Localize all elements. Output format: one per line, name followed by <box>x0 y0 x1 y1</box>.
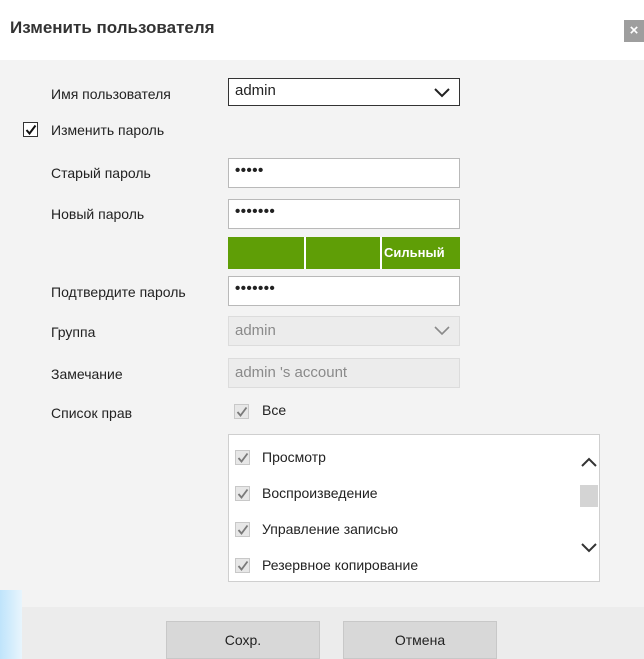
permission-checkbox[interactable] <box>235 558 250 573</box>
permission-checkbox[interactable] <box>235 522 250 537</box>
edit-user-dialog: Изменить пользователя × Имя пользователя… <box>0 0 644 659</box>
rights-all-checkbox[interactable] <box>234 404 249 419</box>
note-label: Замечание <box>51 366 123 382</box>
old-password-input[interactable]: ••••• <box>228 158 460 188</box>
change-password-checkbox[interactable] <box>23 122 38 137</box>
username-select[interactable]: admin <box>228 78 460 106</box>
check-icon <box>237 452 249 463</box>
group-label: Группа <box>51 324 96 340</box>
old-password-value: ••••• <box>235 162 264 179</box>
change-password-label: Изменить пароль <box>51 122 165 138</box>
cancel-button[interactable]: Отмена <box>343 621 497 659</box>
scroll-thumb[interactable] <box>580 485 598 507</box>
group-value: admin <box>235 322 276 339</box>
permission-checkbox[interactable] <box>235 450 250 465</box>
confirm-password-input[interactable]: ••••••• <box>228 276 460 306</box>
permission-checkbox[interactable] <box>235 486 250 501</box>
note-value: admin 's account <box>235 364 348 381</box>
confirm-password-value: ••••••• <box>235 280 276 297</box>
rights-scrollbar[interactable] <box>576 435 599 581</box>
chevron-up-icon[interactable] <box>580 455 598 469</box>
check-icon <box>236 406 248 417</box>
username-value: admin <box>235 82 276 99</box>
check-icon <box>237 488 249 499</box>
check-icon <box>237 560 249 571</box>
list-item[interactable]: Воспроизведение <box>229 482 569 506</box>
dialog-titlebar: Изменить пользователя × <box>0 0 644 60</box>
new-password-label: Новый пароль <box>51 206 145 222</box>
check-icon <box>25 124 37 136</box>
list-item[interactable]: Резервное копирование <box>229 554 569 578</box>
check-icon <box>237 524 249 535</box>
password-strength-label: Сильный <box>384 245 445 260</box>
chevron-down-icon <box>434 88 450 98</box>
rights-list[interactable]: Просмотр Воспроизведение Управление запи… <box>228 434 600 582</box>
background-decoration <box>0 590 22 659</box>
chevron-down-icon <box>434 326 450 336</box>
chevron-down-icon[interactable] <box>580 541 598 555</box>
dialog-footer <box>0 607 644 659</box>
rights-all-label: Все <box>262 402 287 418</box>
list-item[interactable]: Управление записью <box>229 518 569 542</box>
permission-label: Просмотр <box>262 449 326 465</box>
note-input[interactable]: admin 's account <box>228 358 460 388</box>
confirm-password-label: Подтвердите пароль <box>51 284 186 300</box>
list-item[interactable]: Просмотр <box>229 446 569 470</box>
close-button[interactable]: × <box>624 20 644 42</box>
permission-label: Управление записью <box>262 521 399 537</box>
rights-label: Список прав <box>51 405 133 421</box>
permission-label: Резервное копирование <box>262 557 419 573</box>
dialog-title: Изменить пользователя <box>10 18 215 37</box>
new-password-input[interactable]: ••••••• <box>228 199 460 229</box>
password-strength-meter: Сильный <box>228 237 460 269</box>
new-password-value: ••••••• <box>235 203 276 220</box>
username-label: Имя пользователя <box>51 86 171 102</box>
close-icon: × <box>629 22 639 39</box>
save-button[interactable]: Сохр. <box>166 621 320 659</box>
old-password-label: Старый пароль <box>51 165 151 181</box>
group-select[interactable]: admin <box>228 316 460 346</box>
permission-label: Воспроизведение <box>262 485 378 501</box>
